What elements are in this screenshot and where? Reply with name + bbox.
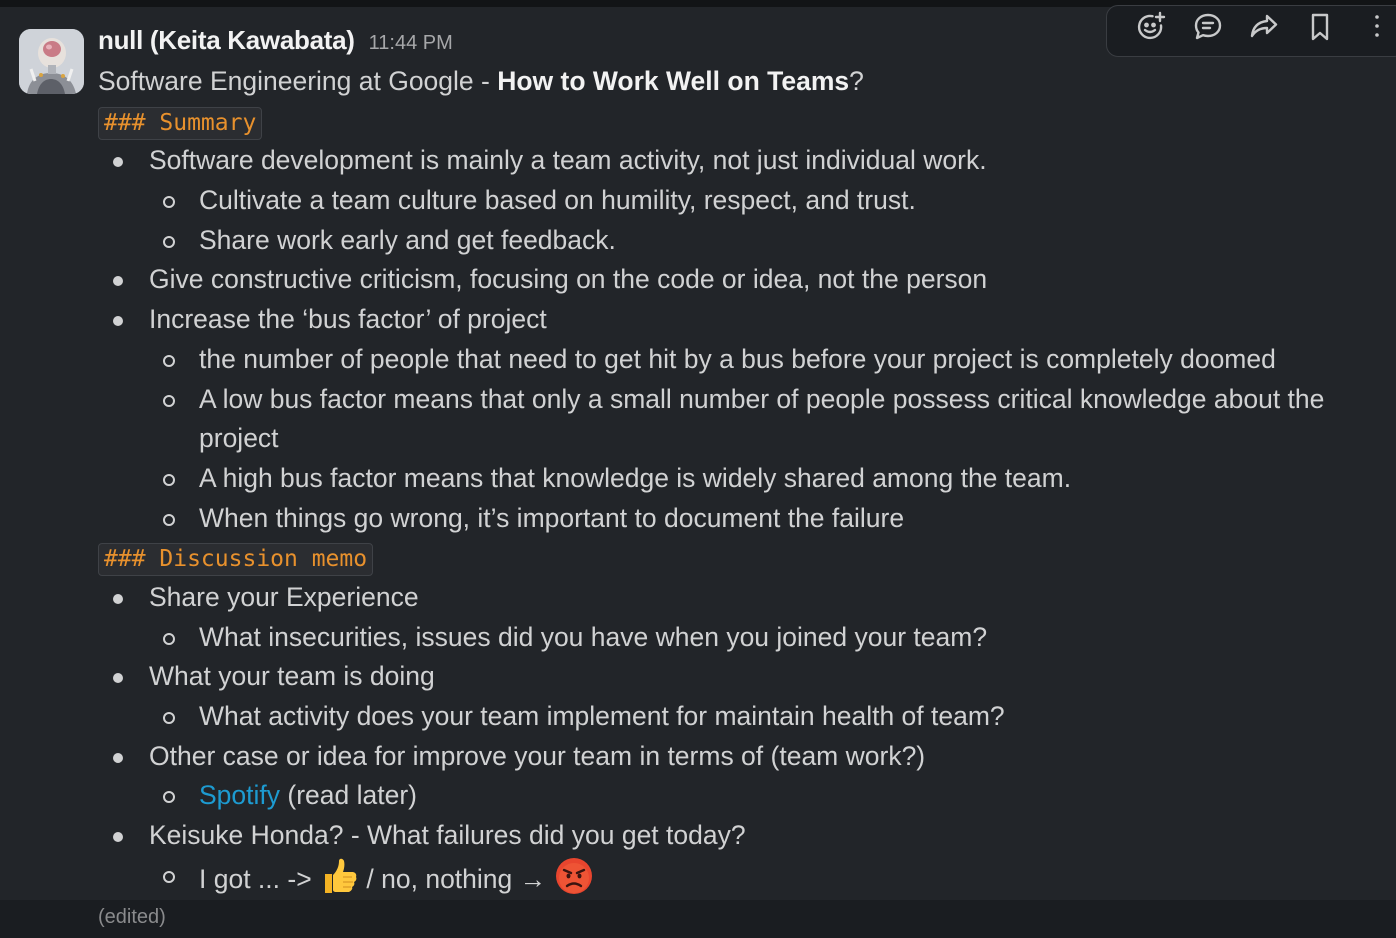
avatar[interactable]	[19, 29, 84, 94]
edited-label-row: (edited)	[98, 895, 1388, 935]
list-item: Give constructive criticism, focusing on…	[98, 260, 1388, 300]
message-container[interactable]: null (Keita Kawabata) 11:44 PM Software …	[0, 5, 1396, 928]
reply-in-thread-icon	[1194, 13, 1221, 40]
list-item: Other case or idea for improve your team…	[98, 737, 1388, 777]
list-item: Share your Experience	[98, 578, 1388, 618]
list-item: Increase the ‘bus factor’ of project	[98, 300, 1388, 340]
reply-in-thread-button[interactable]	[1179, 5, 1235, 49]
add-reaction-button[interactable]	[1123, 5, 1179, 49]
more-actions-icon	[1375, 15, 1379, 37]
list-subitem: A high bus factor means that knowledge i…	[98, 459, 1388, 499]
more-actions-button[interactable]	[1349, 5, 1396, 49]
list-subitem: the number of people that need to get hi…	[98, 340, 1388, 380]
message-title: Software Engineering at Google - How to …	[98, 62, 1388, 102]
title-suffix: ?	[849, 66, 864, 96]
share-message-button[interactable]	[1236, 5, 1292, 49]
save-for-later-button[interactable]	[1292, 5, 1348, 49]
list-subitem: A low bus factor means that only a small…	[98, 380, 1388, 459]
add-reaction-icon	[1138, 11, 1166, 40]
share-icon	[1250, 14, 1278, 38]
emoji-line-part2: / no, nothing →	[359, 863, 554, 894]
author-name[interactable]: null (Keita Kawabata)	[98, 25, 355, 56]
edited-label: (edited)	[98, 906, 166, 929]
spotify-link[interactable]: Spotify	[199, 780, 280, 810]
message-timestamp[interactable]: 11:44 PM	[369, 32, 453, 55]
list-subitem: Share work early and get feedback.	[98, 221, 1388, 261]
list-subitem: Cultivate a team culture based on humili…	[98, 181, 1388, 221]
list-subitem: What activity does your team implement f…	[98, 697, 1388, 737]
list-item: What your team is doing	[98, 657, 1388, 697]
discussion-heading-row: ### Discussion memo	[98, 538, 1388, 578]
link-suffix: (read later)	[280, 780, 417, 811]
list-subitem: Spotify (read later)	[98, 776, 1388, 816]
summary-heading-row: ### Summary	[98, 102, 1388, 142]
list-item: Keisuke Honda? - What failures did you g…	[98, 816, 1388, 856]
title-bold: How to Work Well on Teams	[497, 66, 850, 96]
robot-portrait-avatar-icon	[19, 29, 84, 94]
list-subitem: What insecurities, issues did you have w…	[98, 618, 1388, 658]
summary-heading-code: ### Summary	[98, 106, 263, 140]
message-actions-toolbar	[1106, 5, 1396, 57]
message-header: null (Keita Kawabata) 11:44 PM	[98, 25, 453, 59]
bookmark-icon	[1312, 13, 1329, 41]
summary-list: Software development is mainly a team ac…	[98, 141, 1388, 538]
discussion-heading-code: ### Discussion memo	[98, 543, 374, 577]
title-prefix: Software Engineering at Google -	[98, 66, 498, 96]
message-body: Software Engineering at Google - How to …	[98, 62, 1388, 935]
list-item: Software development is mainly a team ac…	[98, 141, 1388, 181]
discussion-list: Share your Experience What insecurities,…	[98, 578, 1388, 896]
list-subitem: When things go wrong, it’s important to …	[98, 499, 1388, 539]
emoji-line-part1: I got ... ->	[199, 863, 320, 894]
list-subitem: I got ... -> / no, nothing →	[98, 856, 1388, 896]
